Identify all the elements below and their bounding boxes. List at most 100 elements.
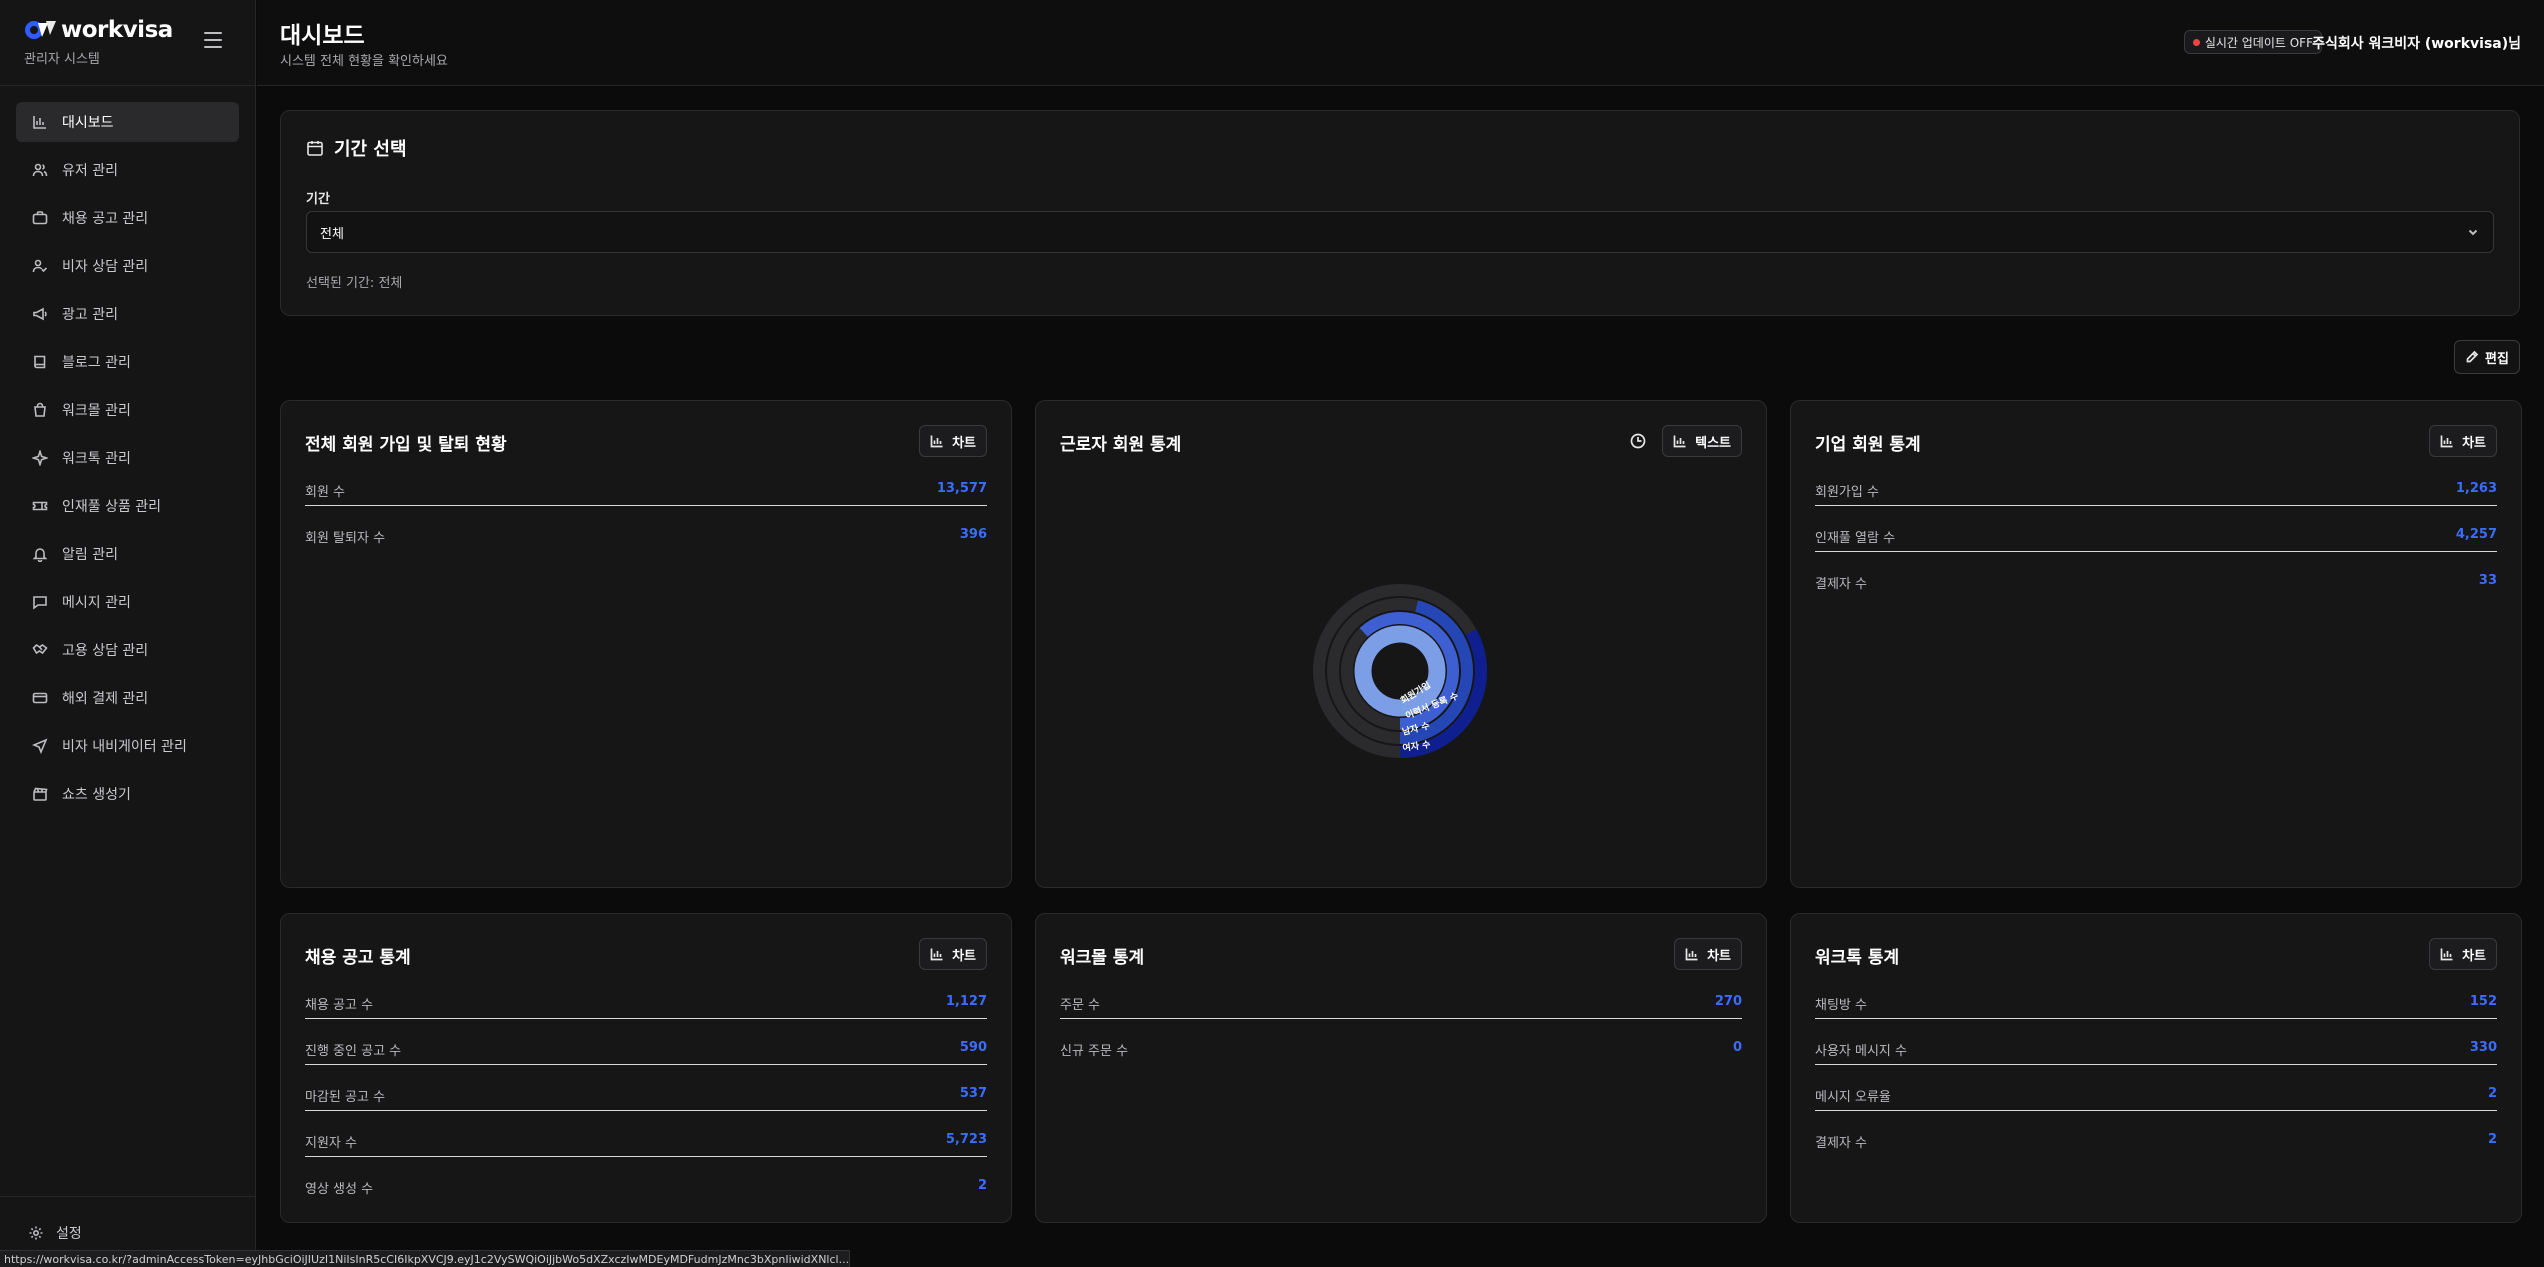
sidebar-item-shorts-generator[interactable]: 쇼츠 생성기: [16, 774, 239, 814]
card-worktalk: 워크톡 통계 차트 채팅방 수 152 사용자 메시지 수 330 메시지 오류…: [1790, 913, 2522, 1223]
stat-value: 590: [959, 1040, 987, 1055]
bell-icon: [32, 546, 48, 562]
sidebar-item-ads[interactable]: 광고 관리: [16, 294, 239, 334]
stat-rows: 주문 수 270 신규 주문 수 0: [1060, 994, 1742, 1086]
sidebar-item-label: 워크몰 관리: [62, 403, 131, 419]
edit-button[interactable]: 편집: [2454, 340, 2520, 374]
users-icon: [32, 162, 48, 178]
ticket-icon: [32, 498, 48, 514]
sidebar-item-label: 광고 관리: [62, 307, 118, 323]
top-header: 대시보드 시스템 전체 현황을 확인하세요 실시간 업데이트 OFF 주식회사 …: [257, 0, 2544, 86]
message-icon: [32, 594, 48, 610]
sidebar-item-talent-pool[interactable]: 인재풀 상품 관리: [16, 486, 239, 526]
card-title: 워크몰 통계: [1060, 948, 1145, 968]
stat-row: 채팅방 수 152: [1815, 994, 2497, 1040]
sidebar-item-dashboard[interactable]: 대시보드: [16, 102, 239, 142]
chart-toggle-button[interactable]: 차트: [2429, 425, 2497, 457]
stat-value: 2: [2487, 1132, 2497, 1147]
stat-label: 결제자 수: [1815, 1136, 1867, 1151]
sidebar-item-label: 인재풀 상품 관리: [62, 499, 162, 515]
sidebar-item-visa-consult[interactable]: 비자 상담 관리: [16, 246, 239, 286]
brand-subtitle: 관리자 시스템: [24, 52, 100, 67]
stat-label: 인재풀 열람 수: [1815, 531, 1896, 546]
settings-label: 설정: [56, 1226, 82, 1242]
bar-chart-icon: [930, 435, 943, 448]
stat-row: 결제자 수 33: [1815, 573, 2497, 619]
briefcase-icon: [32, 210, 48, 226]
page-subtitle: 시스템 전체 현황을 확인하세요: [280, 54, 448, 69]
sidebar-item-worktalk[interactable]: 워크톡 관리: [16, 438, 239, 478]
workvisa-logo-icon: [25, 21, 56, 39]
chart-toggle-button[interactable]: 차트: [2429, 938, 2497, 970]
period-select[interactable]: 전체: [306, 211, 2494, 253]
chart-toggle-button[interactable]: 차트: [919, 938, 987, 970]
sidebar-item-visa-navigator[interactable]: 비자 내비게이터 관리: [16, 726, 239, 766]
company-name: 주식회사 워크비자 (workvisa)님: [2312, 36, 2521, 52]
sidebar-item-overseas-payment[interactable]: 해외 결제 관리: [16, 678, 239, 718]
sidebar-item-messages[interactable]: 메시지 관리: [16, 582, 239, 622]
pie-chart-icon[interactable]: [1630, 433, 1646, 449]
stat-label: 채용 공고 수: [305, 998, 374, 1013]
navigation-icon: [32, 738, 48, 754]
period-card: 기간 선택 기간 전체 선택된 기간: 전체: [280, 110, 2520, 316]
sidebar-nav: 대시보드 유저 관리 채용 공고 관리 비자 상담 관리 광고 관리 블로그 관…: [0, 86, 255, 814]
period-select-value: 전체: [320, 226, 344, 242]
stat-label: 진행 중인 공고 수: [305, 1044, 402, 1059]
sidebar-item-blog[interactable]: 블로그 관리: [16, 342, 239, 382]
stat-rows: 채용 공고 수 1,127 진행 중인 공고 수 590 마감된 공고 수 53…: [305, 994, 987, 1224]
stat-value: 537: [959, 1086, 987, 1101]
stat-row: 진행 중인 공고 수 590: [305, 1040, 987, 1086]
stat-row: 사용자 메시지 수 330: [1815, 1040, 2497, 1086]
bar-chart-icon: [930, 948, 943, 961]
card-company: 기업 회원 통계 차트 회원가입 수 1,263 인재풀 열람 수 4,257 …: [1790, 400, 2522, 888]
stat-rows: 회원 수 13,577 회원 탈퇴자 수 396: [305, 481, 987, 573]
card-title: 채용 공고 통계: [305, 948, 411, 968]
bar-chart-icon: [2440, 948, 2453, 961]
handshake-icon: [32, 642, 48, 658]
sidebar-item-notifications[interactable]: 알림 관리: [16, 534, 239, 574]
sidebar-item-label: 대시보드: [62, 115, 114, 131]
sidebar-item-jobs[interactable]: 채용 공고 관리: [16, 198, 239, 238]
sidebar-item-employment-consult[interactable]: 고용 상담 관리: [16, 630, 239, 670]
text-toggle-button[interactable]: 텍스트: [1662, 425, 1742, 457]
stat-value: 1,127: [945, 994, 987, 1009]
chevron-down-icon: [2467, 226, 2479, 238]
stat-rows: 회원가입 수 1,263 인재풀 열람 수 4,257 결제자 수 33: [1815, 481, 2497, 619]
stat-value: 396: [959, 527, 987, 542]
logo[interactable]: workvisa: [24, 17, 231, 43]
edit-label: 편집: [2485, 351, 2509, 367]
stat-row: 인재풀 열람 수 4,257: [1815, 527, 2497, 573]
gear-icon: [29, 1226, 43, 1240]
shopping-bag-icon: [32, 402, 48, 418]
stat-label: 회원 탈퇴자 수: [305, 531, 386, 546]
sidebar-item-users[interactable]: 유저 관리: [16, 150, 239, 190]
stat-row: 회원가입 수 1,263: [1815, 481, 2497, 527]
stat-label: 메시지 오류율: [1815, 1090, 1891, 1105]
chart-toggle-button[interactable]: 차트: [919, 425, 987, 457]
chart-toggle-label: 차트: [2462, 948, 2486, 964]
stat-label: 지원자 수: [305, 1136, 357, 1151]
sidebar-item-workmall[interactable]: 워크몰 관리: [16, 390, 239, 430]
sidebar-item-label: 해외 결제 관리: [62, 691, 149, 707]
sidebar-item-label: 블로그 관리: [62, 355, 131, 371]
card-title: 워크톡 통계: [1815, 948, 1900, 968]
chart-toggle-label: 차트: [952, 948, 976, 964]
stat-row: 회원 수 13,577: [305, 481, 987, 527]
stat-value: 270: [1714, 994, 1742, 1009]
settings-link[interactable]: 설정: [28, 1223, 255, 1243]
menu-toggle-icon[interactable]: [204, 32, 222, 48]
sidebar-item-label: 메시지 관리: [62, 595, 131, 611]
live-update-toggle[interactable]: 실시간 업데이트 OFF: [2183, 30, 2322, 54]
chart-toggle-label: 차트: [2462, 435, 2486, 451]
brand: workvisa 관리자 시스템: [0, 0, 255, 86]
card-workers: 근로자 회원 통계 텍스트 회원가입 이력서 등록 수 남자 수 여자 수: [1035, 400, 1767, 888]
stat-row: 결제자 수 2: [1815, 1132, 2497, 1178]
period-label: 기간: [306, 192, 330, 207]
bar-chart-icon: [2440, 435, 2453, 448]
stat-row: 신규 주문 수 0: [1060, 1040, 1742, 1086]
period-title-text: 기간 선택: [334, 139, 407, 160]
card-jobs: 채용 공고 통계 차트 채용 공고 수 1,127 진행 중인 공고 수 590…: [280, 913, 1012, 1223]
stat-value: 4,257: [2455, 527, 2497, 542]
chart-toggle-button[interactable]: 차트: [1674, 938, 1742, 970]
sidebar-item-label: 고용 상담 관리: [62, 643, 149, 659]
